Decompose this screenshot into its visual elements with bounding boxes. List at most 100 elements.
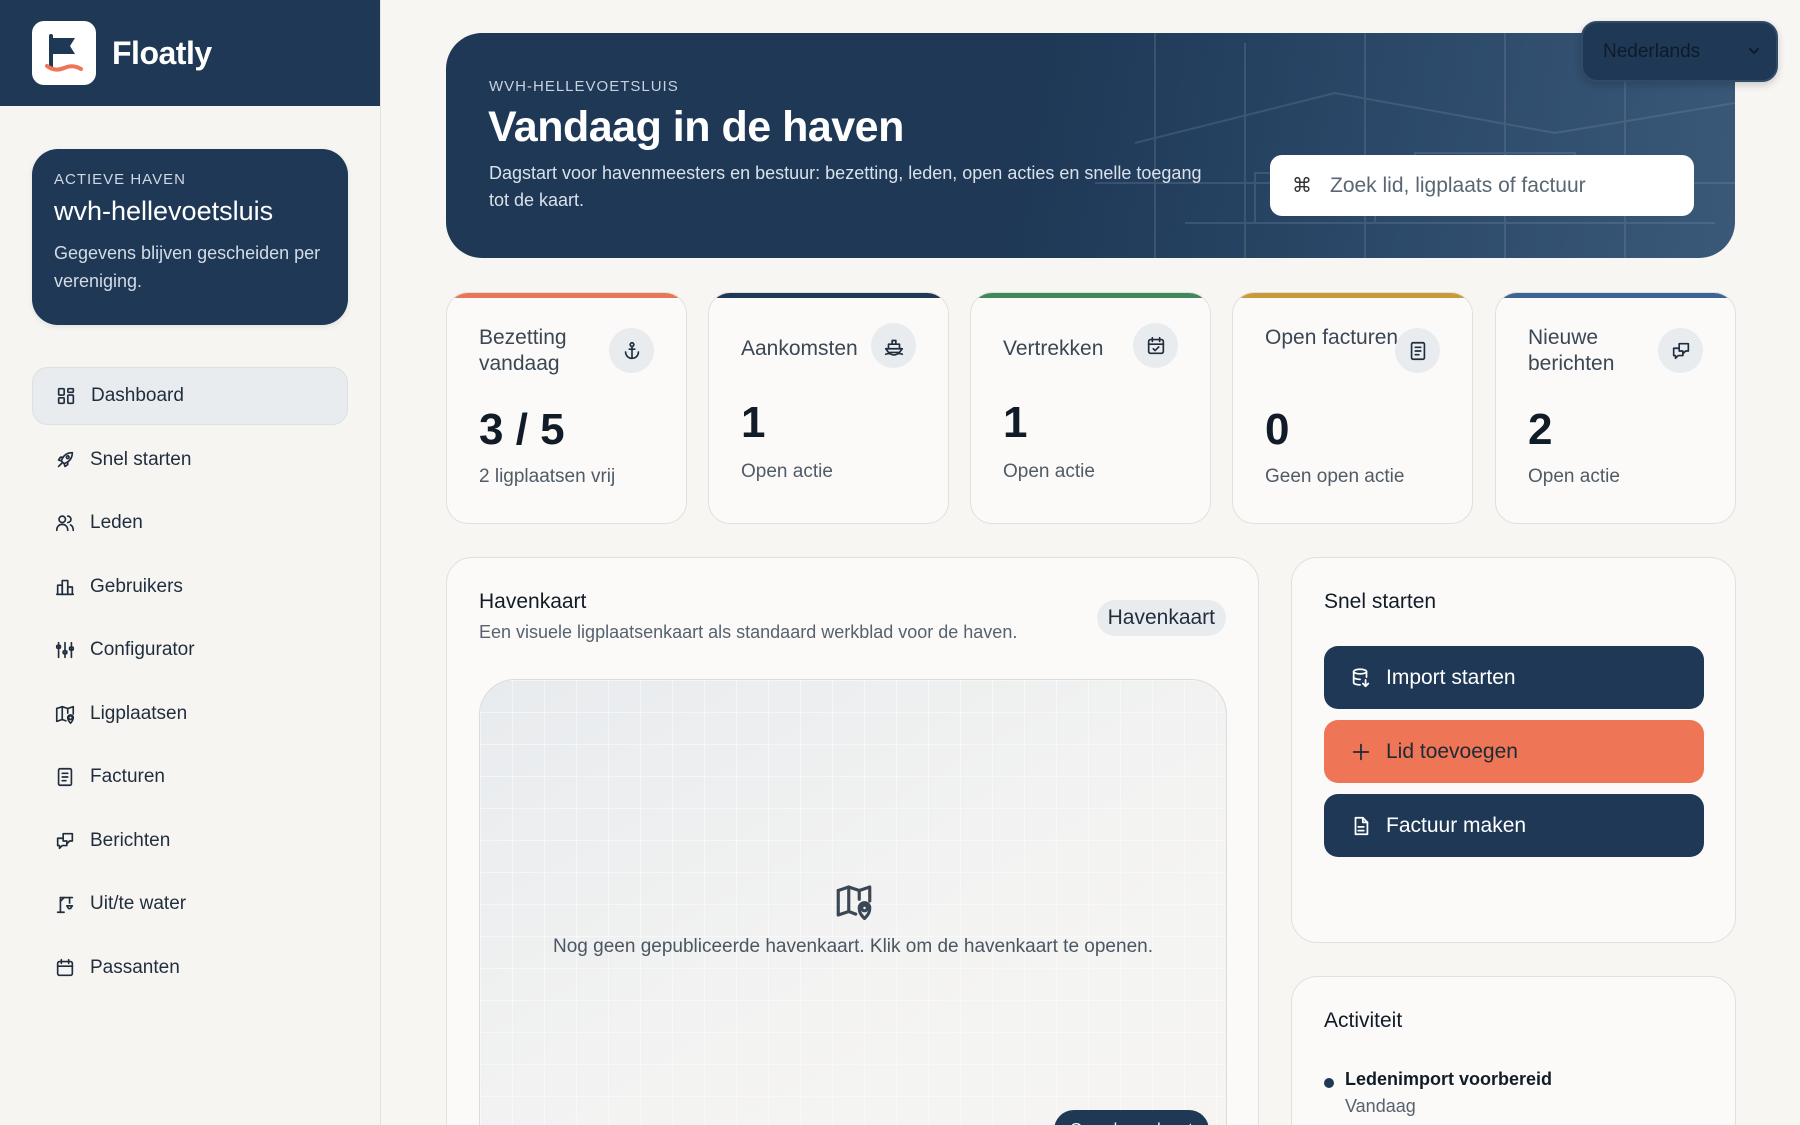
stat-accent-bar	[1233, 293, 1472, 298]
stat-accent-bar	[1496, 293, 1735, 298]
ship-icon	[871, 323, 916, 368]
command-key-icon: ⌘	[1292, 175, 1312, 197]
sidebar-item-label: Passanten	[90, 956, 180, 978]
panel-subtitle: Een visuele ligplaatsenkaart als standaa…	[479, 622, 1018, 642]
file-icon	[1354, 816, 1369, 835]
page-title: Vandaag in de haven	[488, 103, 904, 151]
hero-banner: WVH-HELLEVOETSLUIS Vandaag in de haven D…	[446, 33, 1735, 258]
havenkaart-pill[interactable]: Havenkaart	[1096, 600, 1226, 636]
button-label: Factuur maken	[1386, 813, 1527, 837]
crane-icon	[54, 893, 76, 915]
stat-subtext: Geen open actie	[1265, 466, 1405, 487]
calendar-icon	[54, 957, 76, 979]
stat-card-nieuwe-berichten[interactable]: Nieuwe berichten 2 Open actie	[1495, 292, 1736, 524]
sidebar-item-uit-te-water[interactable]: Uit/te water	[32, 875, 348, 933]
active-haven-label: ACTIEVE HAVEN	[54, 171, 186, 188]
sidebar: Floatly ACTIEVE HAVEN wvh-hellevoetsluis…	[0, 0, 381, 1125]
stat-accent-bar	[709, 293, 948, 298]
sidebar-item-dashboard[interactable]: Dashboard	[32, 367, 348, 425]
messages-icon	[54, 830, 76, 852]
map-empty-text: Nog geen gepubliceerde havenkaart. Klik …	[553, 936, 1153, 957]
stat-card-bezetting[interactable]: Bezetting vandaag 3 / 5 2 ligplaatsen vr…	[446, 292, 687, 524]
havenkaart-panel: Havenkaart Een visuele ligplaatsenkaart …	[446, 557, 1259, 1125]
plus-icon	[1352, 743, 1370, 760]
stat-accent-bar	[447, 293, 686, 298]
sidebar-item-passanten[interactable]: Passanten	[32, 939, 348, 997]
stat-subtext: Open actie	[741, 461, 833, 482]
sidebar-item-facturen[interactable]: Facturen	[32, 748, 348, 806]
active-haven-note: Gegevens blijven gescheiden per verenigi…	[54, 243, 321, 291]
activity-time: Vandaag	[1345, 1096, 1416, 1116]
hero-kicker: WVH-HELLEVOETSLUIS	[489, 78, 679, 95]
sidebar-item-berichten[interactable]: Berichten	[32, 812, 348, 870]
sidebar-item-label: Dashboard	[91, 385, 184, 406]
panel-title: Snel starten	[1324, 590, 1437, 613]
language-select[interactable]: Nederlands	[1581, 21, 1778, 82]
messages-icon	[1658, 328, 1703, 373]
stat-value: 1	[741, 398, 766, 447]
anchor-icon	[609, 328, 654, 373]
stat-value: 1	[1003, 398, 1028, 447]
receipt-icon	[54, 766, 76, 788]
stat-title: Bezetting vandaag	[479, 326, 567, 375]
stat-card-open-facturen[interactable]: Open facturen 0 Geen open actie	[1232, 292, 1473, 524]
map-pin-icon	[833, 880, 875, 922]
dashboard-icon	[55, 385, 77, 407]
stat-subtext: Open actie	[1003, 461, 1095, 482]
database-import-icon	[1352, 667, 1370, 687]
active-haven-card: ACTIEVE HAVEN wvh-hellevoetsluis Gegeven…	[32, 149, 348, 325]
sidebar-item-gebruikers[interactable]: Gebruikers	[32, 558, 348, 616]
lid-toevoegen-button[interactable]: Lid toevoegen	[1324, 720, 1704, 783]
stat-card-vertrekken[interactable]: Vertrekken 1 Open actie	[970, 292, 1211, 524]
map-pin-icon	[54, 703, 76, 725]
calendar-check-icon	[1133, 323, 1178, 368]
stat-title: Vertrekken	[1003, 337, 1104, 360]
stat-subtext: Open actie	[1528, 466, 1620, 487]
flag-logo-icon[interactable]	[32, 21, 96, 85]
sidebar-item-label: Configurator	[90, 639, 195, 660]
button-label: Import starten	[1386, 665, 1516, 689]
factuur-maken-button[interactable]: Factuur maken	[1324, 794, 1704, 857]
panel-title: Havenkaart	[479, 590, 587, 613]
sidebar-item-leden[interactable]: Leden	[32, 494, 348, 552]
stat-accent-bar	[971, 293, 1210, 298]
activity-title: Ledenimport voorbereid	[1345, 1069, 1553, 1089]
chevron-down-icon	[1749, 48, 1759, 54]
activity-panel: Activiteit Ledenimport voorbereid Vandaa…	[1291, 976, 1736, 1125]
hero-subtitle: Dagstart voor havenmeesters en bestuur: …	[489, 163, 1202, 210]
sliders-icon	[54, 639, 76, 661]
harbor-map-placeholder[interactable]: Nog geen gepubliceerde havenkaart. Klik …	[479, 679, 1227, 1125]
users-icon	[54, 512, 76, 534]
sidebar-item-label: Berichten	[90, 829, 171, 851]
stat-value: 3 / 5	[479, 405, 565, 454]
active-haven-name: wvh-hellevoetsluis	[54, 196, 274, 226]
stat-subtext: 2 ligplaatsen vrij	[479, 466, 616, 487]
stat-title: Nieuwe berichten	[1528, 326, 1615, 375]
stat-value: 2	[1528, 405, 1553, 454]
sidebar-item-configurator[interactable]: Configurator	[32, 621, 348, 679]
sidebar-item-label: Leden	[90, 512, 143, 533]
open-havenkaart-button[interactable]: Open havenkaart	[1054, 1110, 1209, 1125]
stat-value: 0	[1265, 405, 1290, 454]
search-input[interactable]: ⌘ Zoek lid, ligplaats of factuur	[1270, 155, 1694, 216]
sidebar-item-label: Gebruikers	[90, 575, 183, 597]
language-select-value: Nederlands	[1603, 40, 1701, 62]
receipt-icon	[1395, 328, 1440, 373]
app-name[interactable]: Floatly	[112, 35, 212, 72]
panel-title: Activiteit	[1324, 1009, 1403, 1032]
stat-card-aankomsten[interactable]: Aankomsten 1 Open actie	[708, 292, 949, 524]
quick-start-panel: Snel starten Import starten Lid toevoege…	[1291, 557, 1736, 943]
sidebar-item-label: Snel starten	[90, 448, 192, 470]
search-placeholder: Zoek lid, ligplaats of factuur	[1330, 173, 1586, 197]
sidebar-item-label: Ligplaatsen	[90, 702, 188, 724]
import-starten-button[interactable]: Import starten	[1324, 646, 1704, 709]
stat-title: Open facturen	[1265, 326, 1399, 349]
button-label: Lid toevoegen	[1386, 739, 1518, 763]
rocket-icon	[54, 449, 76, 471]
stat-title: Aankomsten	[741, 337, 858, 360]
sidebar-item-snel-starten[interactable]: Snel starten	[32, 431, 348, 489]
brand-header: Floatly	[0, 0, 380, 106]
sidebar-item-ligplaatsen[interactable]: Ligplaatsen	[32, 685, 348, 743]
sidebar-item-label: Facturen	[90, 766, 165, 787]
sidebar-item-label: Uit/te water	[90, 893, 187, 914]
